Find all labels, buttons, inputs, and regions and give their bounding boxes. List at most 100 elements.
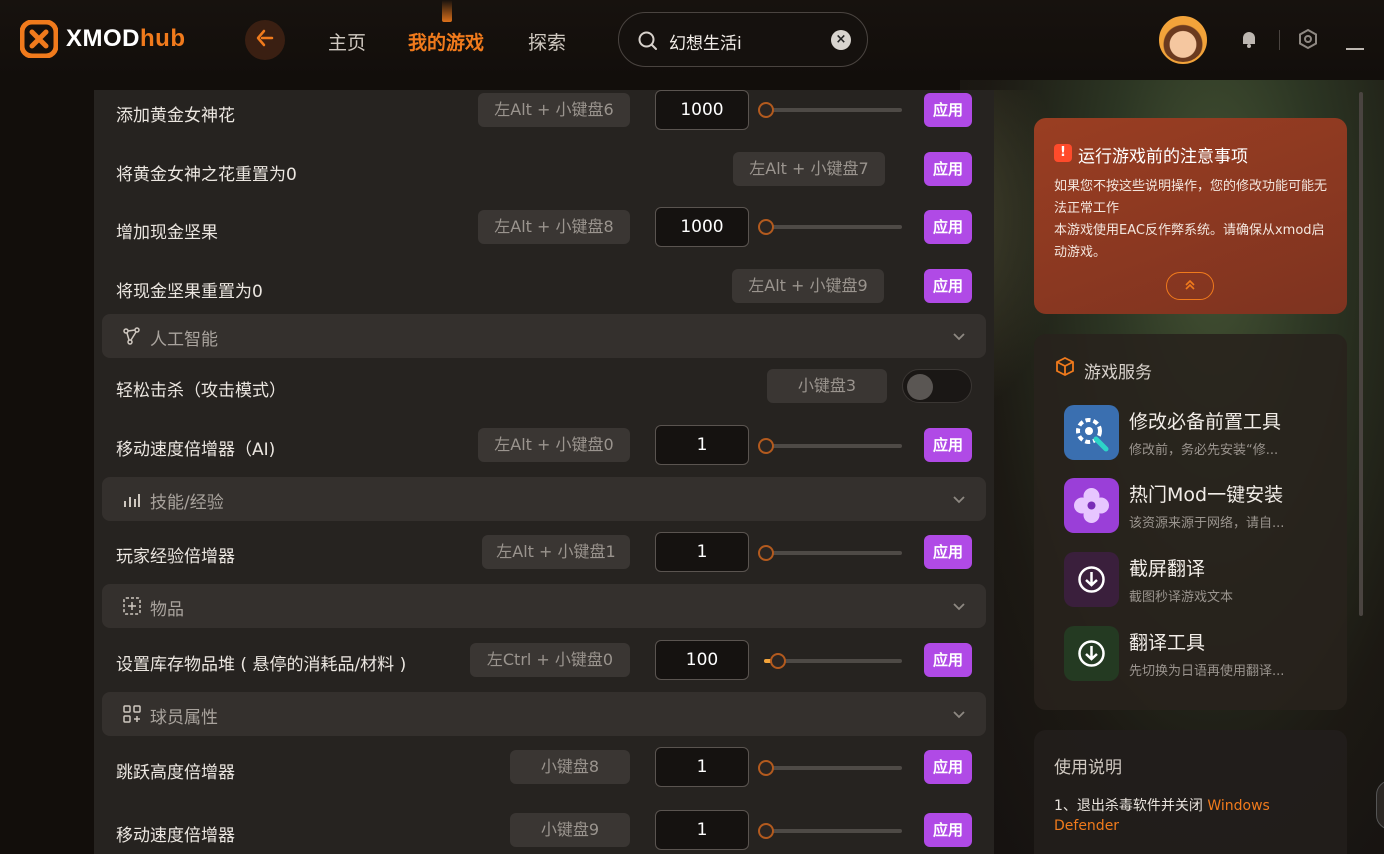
value-slider[interactable]: [764, 653, 902, 669]
hotkey-badge[interactable]: 左Alt + 小键盘1: [482, 535, 630, 569]
hotkey-badge[interactable]: 左Alt + 小键盘7: [733, 152, 885, 186]
slider-knob[interactable]: [758, 438, 774, 454]
apply-button[interactable]: 应用: [924, 93, 972, 127]
value-slider[interactable]: [758, 760, 902, 776]
slider-knob[interactable]: [758, 102, 774, 118]
xmod-logo-icon: [19, 19, 59, 59]
hotkey-badge[interactable]: 小键盘3: [767, 369, 887, 403]
hotkey-badge[interactable]: 左Alt + 小键盘6: [478, 93, 630, 127]
slider-knob[interactable]: [758, 760, 774, 776]
settings-icon[interactable]: [1297, 28, 1319, 54]
value-input[interactable]: 1: [655, 532, 749, 572]
value-input[interactable]: 1: [655, 810, 749, 850]
top-bar: XMODhub 主页 我的游戏 探索 幻想生活i ×: [0, 0, 1384, 80]
service-item[interactable]: 修改必备前置工具 修改前，务必先安装“修...: [1064, 405, 1334, 463]
section-title: 技能/经验: [150, 493, 224, 513]
usage-step-text: 1、退出杀毒软件并关闭: [1054, 798, 1208, 814]
value-input[interactable]: 1: [655, 425, 749, 465]
exclamation-icon: !: [1054, 144, 1072, 162]
mod-row: 移动速度倍增器（AI) 左Alt + 小键盘0 1 应用: [94, 417, 994, 473]
section-header-player-attributes[interactable]: 球员属性: [102, 692, 986, 736]
arrow-left-icon: [254, 27, 276, 53]
nav-home[interactable]: 主页: [328, 28, 366, 55]
notice-line: 如果您不按这些说明操作，您的修改功能可能无法正常工作: [1054, 179, 1328, 216]
apply-button[interactable]: 应用: [924, 750, 972, 784]
value-slider[interactable]: [758, 823, 902, 839]
service-item[interactable]: 翻译工具 先切换为日语再使用翻译...: [1064, 626, 1334, 684]
bar-chart-icon: [122, 489, 142, 513]
nav-my-games[interactable]: 我的游戏: [408, 28, 484, 55]
apply-button[interactable]: 应用: [924, 210, 972, 244]
value-input[interactable]: 1000: [655, 207, 749, 247]
value-slider[interactable]: [758, 219, 902, 235]
download-icon: [1064, 552, 1119, 607]
hotkey-badge[interactable]: 左Alt + 小键盘9: [732, 269, 884, 303]
toggle-switch[interactable]: [902, 369, 972, 403]
value-slider[interactable]: [758, 102, 902, 118]
section-header-items[interactable]: 物品: [102, 584, 986, 628]
slider-knob[interactable]: [758, 219, 774, 235]
back-button[interactable]: [245, 20, 285, 60]
hotkey-badge[interactable]: 小键盘9: [510, 813, 630, 847]
apply-button[interactable]: 应用: [924, 643, 972, 677]
value-slider[interactable]: [758, 438, 902, 454]
gear-wrench-icon: [1064, 405, 1119, 460]
mod-label: 轻松击杀（攻击模式）: [116, 381, 286, 401]
apply-button[interactable]: 应用: [924, 813, 972, 847]
service-item[interactable]: 截屏翻译 截图秒译游戏文本: [1064, 552, 1334, 610]
notice-card: ! 运行游戏前的注意事项 如果您不按这些说明操作，您的修改功能可能无法正常工作 …: [1034, 118, 1347, 314]
avatar[interactable]: [1159, 16, 1207, 64]
floating-side-button[interactable]: [1376, 780, 1384, 830]
section-header-skills[interactable]: 技能/经验: [102, 477, 986, 521]
mod-row: 玩家经验倍增器 左Alt + 小键盘1 1 应用: [94, 524, 994, 580]
download-icon: [1064, 626, 1119, 681]
apply-button[interactable]: 应用: [924, 269, 972, 303]
search-value: 幻想生活i: [669, 34, 742, 54]
game-services-card: 游戏服务 修改必备前置工具 修改前，务必先安装“修... 热门Mod一键安装 该…: [1034, 334, 1347, 710]
value-input[interactable]: 100: [655, 640, 749, 680]
minimize-icon[interactable]: [1346, 36, 1364, 55]
search-icon: [637, 30, 659, 56]
hotkey-badge[interactable]: 左Alt + 小键盘0: [478, 428, 630, 462]
clear-search-button[interactable]: ×: [831, 30, 851, 50]
nav-active-indicator: [442, 0, 452, 22]
apply-button[interactable]: 应用: [924, 428, 972, 462]
slider-knob[interactable]: [770, 653, 786, 669]
toggle-knob: [907, 374, 933, 400]
mods-panel: 添加黄金女神花 左Alt + 小键盘6 1000 应用 将黄金女神之花重置为0 …: [94, 90, 994, 854]
service-name: 翻译工具: [1129, 632, 1206, 654]
hotkey-badge[interactable]: 小键盘8: [510, 750, 630, 784]
value-slider[interactable]: [758, 545, 902, 561]
slider-knob[interactable]: [758, 545, 774, 561]
app-logo[interactable]: XMODhub: [19, 19, 185, 59]
value-input[interactable]: 1: [655, 747, 749, 787]
notice-body: 如果您不按这些说明操作，您的修改功能可能无法正常工作 本游戏使用EAC反作弊系统…: [1054, 176, 1334, 264]
section-title: 物品: [150, 600, 184, 620]
bell-icon[interactable]: [1238, 28, 1260, 54]
nav-explore[interactable]: 探索: [528, 28, 566, 55]
mod-label: 移动速度倍增器: [116, 826, 235, 846]
service-item[interactable]: 热门Mod一键安装 该资源来源于网络，请自...: [1064, 478, 1334, 536]
mod-label: 玩家经验倍增器: [116, 547, 235, 567]
ai-nodes-icon: [122, 326, 142, 350]
apply-button[interactable]: 应用: [924, 152, 972, 186]
mod-row: 轻松击杀（攻击模式） 小键盘3: [94, 358, 994, 414]
hotkey-badge[interactable]: 左Ctrl + 小键盘0: [470, 643, 630, 677]
right-scrollbar[interactable]: [1359, 92, 1363, 616]
service-name: 修改必备前置工具: [1129, 411, 1282, 433]
mod-row: 跳跃高度倍增器 小键盘8 1 应用: [94, 740, 994, 796]
value-input[interactable]: 1000: [655, 90, 749, 130]
section-header-ai[interactable]: 人工智能: [102, 314, 986, 358]
usage-step: 1、退出杀毒软件并关闭 Windows Defender: [1054, 796, 1324, 836]
box-plus-icon: [122, 596, 142, 620]
mod-label: 将现金坚果重置为0: [116, 282, 263, 302]
service-name: 热门Mod一键安装: [1129, 484, 1284, 506]
apply-button[interactable]: 应用: [924, 535, 972, 569]
mod-row: 移动速度倍增器 小键盘9 1 应用: [94, 803, 994, 854]
search-input[interactable]: 幻想生活i ×: [618, 12, 868, 67]
collapse-notice-button[interactable]: [1166, 272, 1214, 300]
slider-knob[interactable]: [758, 823, 774, 839]
chevron-down-icon: [952, 328, 966, 347]
mod-row: 增加现金坚果 左Alt + 小键盘8 1000 应用: [94, 200, 994, 256]
hotkey-badge[interactable]: 左Alt + 小键盘8: [478, 210, 630, 244]
